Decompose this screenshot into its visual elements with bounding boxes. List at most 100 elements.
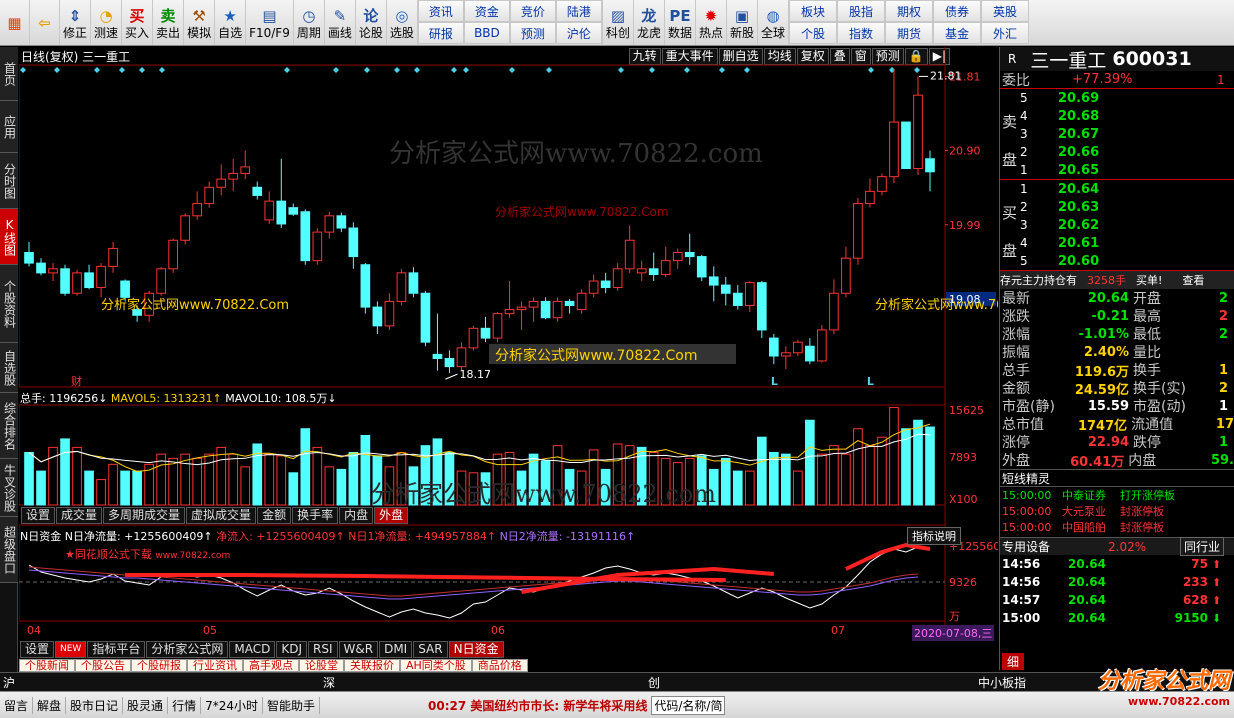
toolbar-grid-item[interactable]: BBD xyxy=(463,22,510,44)
event-diamond-icon[interactable] xyxy=(414,67,420,73)
event-diamond-icon[interactable] xyxy=(284,67,290,73)
toolbar-button-globe[interactable]: ◍ 全球 xyxy=(758,0,790,45)
toolbar-grid2-item[interactable]: 期货 xyxy=(885,22,934,44)
bottom-tab[interactable]: 细 xyxy=(1002,653,1025,670)
status-item[interactable]: 解盘 xyxy=(33,696,67,714)
sells-row[interactable]: 4 20.68 xyxy=(1000,107,1234,125)
toolbar-grid2-item[interactable]: 期权 xyxy=(885,0,934,22)
left-tab-5[interactable]: 自选股 xyxy=(0,343,18,393)
industry-tab[interactable]: 同行业 xyxy=(1180,537,1225,556)
volume-tab[interactable]: 换手率 xyxy=(292,507,339,524)
volume-tab[interactable]: 外盘 xyxy=(374,507,409,524)
status-item[interactable]: 留言 xyxy=(0,696,34,714)
position-check[interactable]: 查看 xyxy=(1182,272,1204,288)
event-diamond-icon[interactable] xyxy=(159,67,165,73)
volume-tab[interactable]: 成交量 xyxy=(56,507,103,524)
fund-help-button[interactable]: 指标说明 xyxy=(907,527,961,545)
indicator-tab[interactable]: 设置 xyxy=(20,641,55,658)
buys-row[interactable]: 4 20.61 xyxy=(1000,234,1234,252)
news-tab[interactable]: 商品价格 xyxy=(471,659,528,672)
left-tab-6[interactable]: 综合排名 xyxy=(0,393,18,459)
volume-tab[interactable]: 内盘 xyxy=(339,507,374,524)
news-tab[interactable]: AH同类个股 xyxy=(400,659,472,672)
event-diamond-icon[interactable] xyxy=(546,67,552,73)
event-diamond-icon[interactable] xyxy=(94,67,100,73)
L-marker[interactable]: L xyxy=(867,375,874,388)
position-buy[interactable]: 买单! xyxy=(1136,272,1162,288)
toolbar-grid2-item[interactable]: 外汇 xyxy=(981,22,1030,44)
left-tab-4[interactable]: 个股资料 xyxy=(0,265,18,343)
toolbar-grid-item[interactable]: 研报 xyxy=(417,22,464,44)
news-tab[interactable]: 个股研报 xyxy=(131,659,187,672)
indicator-tab[interactable]: DMI xyxy=(379,641,413,658)
event-diamond-icon[interactable] xyxy=(364,67,370,73)
indicator-tab[interactable]: SAR xyxy=(413,641,448,658)
volume-tab[interactable]: 设置 xyxy=(21,507,56,524)
event-diamond-icon[interactable] xyxy=(139,67,145,73)
buys-row[interactable]: 1 20.64 xyxy=(1000,180,1234,198)
toolbar-button-star-7[interactable]: ★ 自选 xyxy=(215,0,247,45)
volume-tab[interactable]: 多周期成交量 xyxy=(103,507,186,524)
indicator-tab[interactable]: W&R xyxy=(338,641,379,658)
toolbar-grid2-item[interactable]: 基金 xyxy=(933,22,982,44)
toolbar-button-discuss-11[interactable]: 论论股 xyxy=(356,0,387,45)
volume-tab[interactable]: 金额 xyxy=(257,507,292,524)
left-tab-3[interactable]: K线图 xyxy=(0,209,18,265)
short-item[interactable]: 15:00:00 中泰证券 打开涨停板 xyxy=(1000,487,1234,503)
indicator-tab[interactable]: MACD xyxy=(229,641,276,658)
toolbar-button-period-9[interactable]: ◷ 周期 xyxy=(294,0,325,45)
status-item[interactable]: 股市日记 xyxy=(66,696,124,714)
toolbar-button-clock-3[interactable]: ◔ 测速 xyxy=(91,0,123,45)
event-diamond-icon[interactable] xyxy=(649,67,655,73)
toolbar-grid2-item[interactable]: 股指 xyxy=(837,0,886,22)
index-cy[interactable]: 创 xyxy=(648,674,978,691)
status-right[interactable]: 代码/名称/简 xyxy=(651,695,726,715)
left-tab-0[interactable]: 首页 xyxy=(0,47,18,101)
toolbar-button-hot[interactable]: ✹ 热点 xyxy=(696,0,727,45)
index-sz[interactable]: 深 xyxy=(323,674,648,691)
toolbar-grid-item[interactable]: 竞价 xyxy=(509,0,556,22)
toolbar-button-buy-4[interactable]: 买买入 xyxy=(122,0,154,45)
buys-row[interactable]: 3 20.62 xyxy=(1000,216,1234,234)
event-diamond-icon[interactable] xyxy=(509,67,515,73)
news-tab[interactable]: 论股堂 xyxy=(299,659,344,672)
short-item[interactable]: 15:00:00 中国船舶 封涨停板 xyxy=(1000,519,1234,535)
sells-row[interactable]: 1 20.65 xyxy=(1000,161,1234,179)
news-tab[interactable]: 行业资讯 xyxy=(187,659,243,672)
toolbar-grid-item[interactable]: 预测 xyxy=(509,22,556,44)
buys-row[interactable]: 5 20.60 xyxy=(1000,252,1234,270)
toolbar-button-hammer-6[interactable]: ⚒ 模拟 xyxy=(184,0,216,45)
event-diamond-icon[interactable] xyxy=(684,67,690,73)
toolbar-button-updown-2[interactable]: ⇕ 修正 xyxy=(60,0,92,45)
event-diamond-icon[interactable] xyxy=(54,67,60,73)
toolbar-grid-item[interactable]: 资讯 xyxy=(417,0,464,22)
indicator-tab[interactable]: RSI xyxy=(308,641,338,658)
toolbar-button-back-arrow-1[interactable]: ⇦ xyxy=(30,0,60,45)
news-tab[interactable]: 个股新闻 xyxy=(19,659,75,672)
toolbar-button-select-stock-12[interactable]: ◎ 选股 xyxy=(387,0,418,45)
event-diamond-icon[interactable] xyxy=(744,67,750,73)
volume-tab[interactable]: 虚拟成交量 xyxy=(186,507,257,524)
status-item[interactable]: 7*24小时 xyxy=(201,696,263,714)
toolbar-grid2-item[interactable]: 指数 xyxy=(837,22,886,44)
toolbar-grid2-item[interactable]: 个股 xyxy=(789,22,838,44)
event-diamond-icon[interactable] xyxy=(451,67,457,73)
left-tab-7[interactable]: 牛叉诊股 xyxy=(0,459,18,517)
toolbar-grid2-item[interactable]: 板块 xyxy=(789,0,838,22)
event-diamond-icon[interactable] xyxy=(333,67,339,73)
sells-row[interactable]: 5 20.69 xyxy=(1000,89,1234,107)
toolbar-button-pe[interactable]: PE 数据 xyxy=(665,0,696,45)
sells-row[interactable]: 3 20.67 xyxy=(1000,125,1234,143)
indicator-tab[interactable]: KDJ xyxy=(276,641,308,658)
status-item[interactable]: 行情 xyxy=(168,696,202,714)
toolbar-button-windows-0[interactable]: ▦ xyxy=(0,0,30,45)
finance-marker[interactable]: 财 xyxy=(71,374,82,388)
index-mid[interactable]: 中小板指 xyxy=(978,674,1026,691)
event-diamond-icon[interactable] xyxy=(119,67,125,73)
status-news[interactable]: 00:27 美国纽约市市长: 新学年将采用线 xyxy=(428,697,647,714)
event-diamond-icon[interactable] xyxy=(463,67,469,73)
event-diamond-icon[interactable] xyxy=(719,67,725,73)
short-item[interactable]: 15:00:00 大元泵业 封涨停板 xyxy=(1000,503,1234,519)
toolbar-button-pen-10[interactable]: ✎ 画线 xyxy=(325,0,356,45)
news-tab[interactable]: 高手观点 xyxy=(243,659,299,672)
